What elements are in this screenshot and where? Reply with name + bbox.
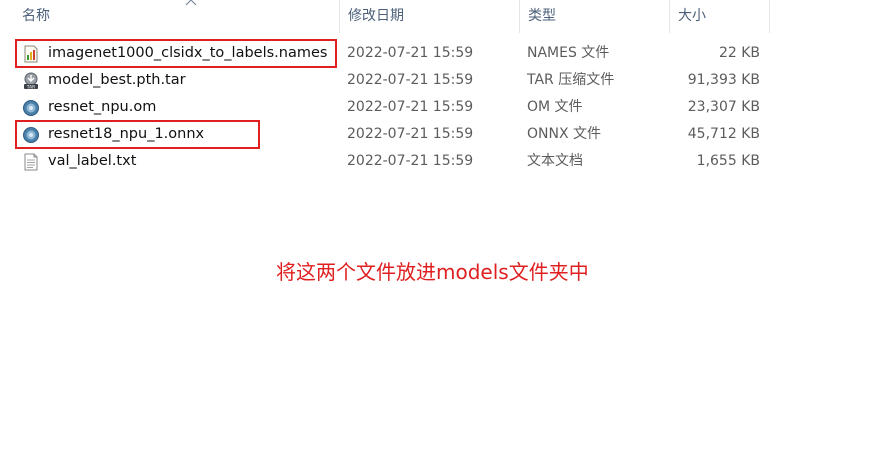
file-type: 文本文档: [527, 153, 583, 169]
text-file-icon: [24, 153, 38, 171]
column-header-size-label: 大小: [678, 8, 706, 24]
file-name: val_label.txt: [48, 153, 137, 169]
column-header-bar: 名称 修改日期 类型 大小: [0, 0, 770, 33]
column-header-size[interactable]: 大小: [669, 0, 770, 33]
file-size: 1,655 KB: [696, 153, 760, 169]
file-date: 2022-07-21 15:59: [347, 126, 474, 142]
annotation-text: 将这两个文件放进models文件夹中: [276, 260, 589, 284]
file-row[interactable]: val_label.txt 2022-07-21 15:59 文本文档 1,65…: [14, 148, 770, 175]
file-date: 2022-07-21 15:59: [347, 45, 474, 61]
file-date: 2022-07-21 15:59: [347, 153, 474, 169]
file-row[interactable]: TAR model_best.pth.tar 2022-07-21 15:59 …: [14, 67, 770, 94]
column-header-type[interactable]: 类型: [519, 0, 669, 33]
file-size: 91,393 KB: [687, 72, 760, 88]
file-date: 2022-07-21 15:59: [347, 99, 474, 115]
svg-text:TAR: TAR: [26, 84, 36, 90]
highlight-box: [15, 120, 260, 149]
file-size: 45,712 KB: [687, 126, 760, 142]
file-type: OM 文件: [527, 99, 583, 115]
sort-ascending-icon: [185, 0, 197, 6]
column-header-name[interactable]: 名称: [14, 0, 339, 33]
file-name: resnet_npu.om: [48, 99, 157, 115]
file-size: 22 KB: [718, 45, 760, 61]
file-type: ONNX 文件: [527, 126, 602, 142]
column-header-date-label: 修改日期: [348, 8, 404, 24]
column-header-type-label: 类型: [528, 8, 556, 24]
column-header-name-label: 名称: [22, 8, 50, 24]
file-size: 23,307 KB: [687, 99, 760, 115]
file-type: TAR 压缩文件: [527, 72, 615, 88]
highlight-box: [15, 39, 337, 68]
file-type: NAMES 文件: [527, 45, 610, 61]
file-row[interactable]: resnet_npu.om 2022-07-21 15:59 OM 文件 23,…: [14, 94, 770, 121]
column-header-date[interactable]: 修改日期: [339, 0, 519, 33]
model-file-icon: [23, 100, 39, 116]
tar-archive-icon: TAR: [24, 72, 38, 90]
file-name: model_best.pth.tar: [48, 72, 186, 88]
file-date: 2022-07-21 15:59: [347, 72, 474, 88]
